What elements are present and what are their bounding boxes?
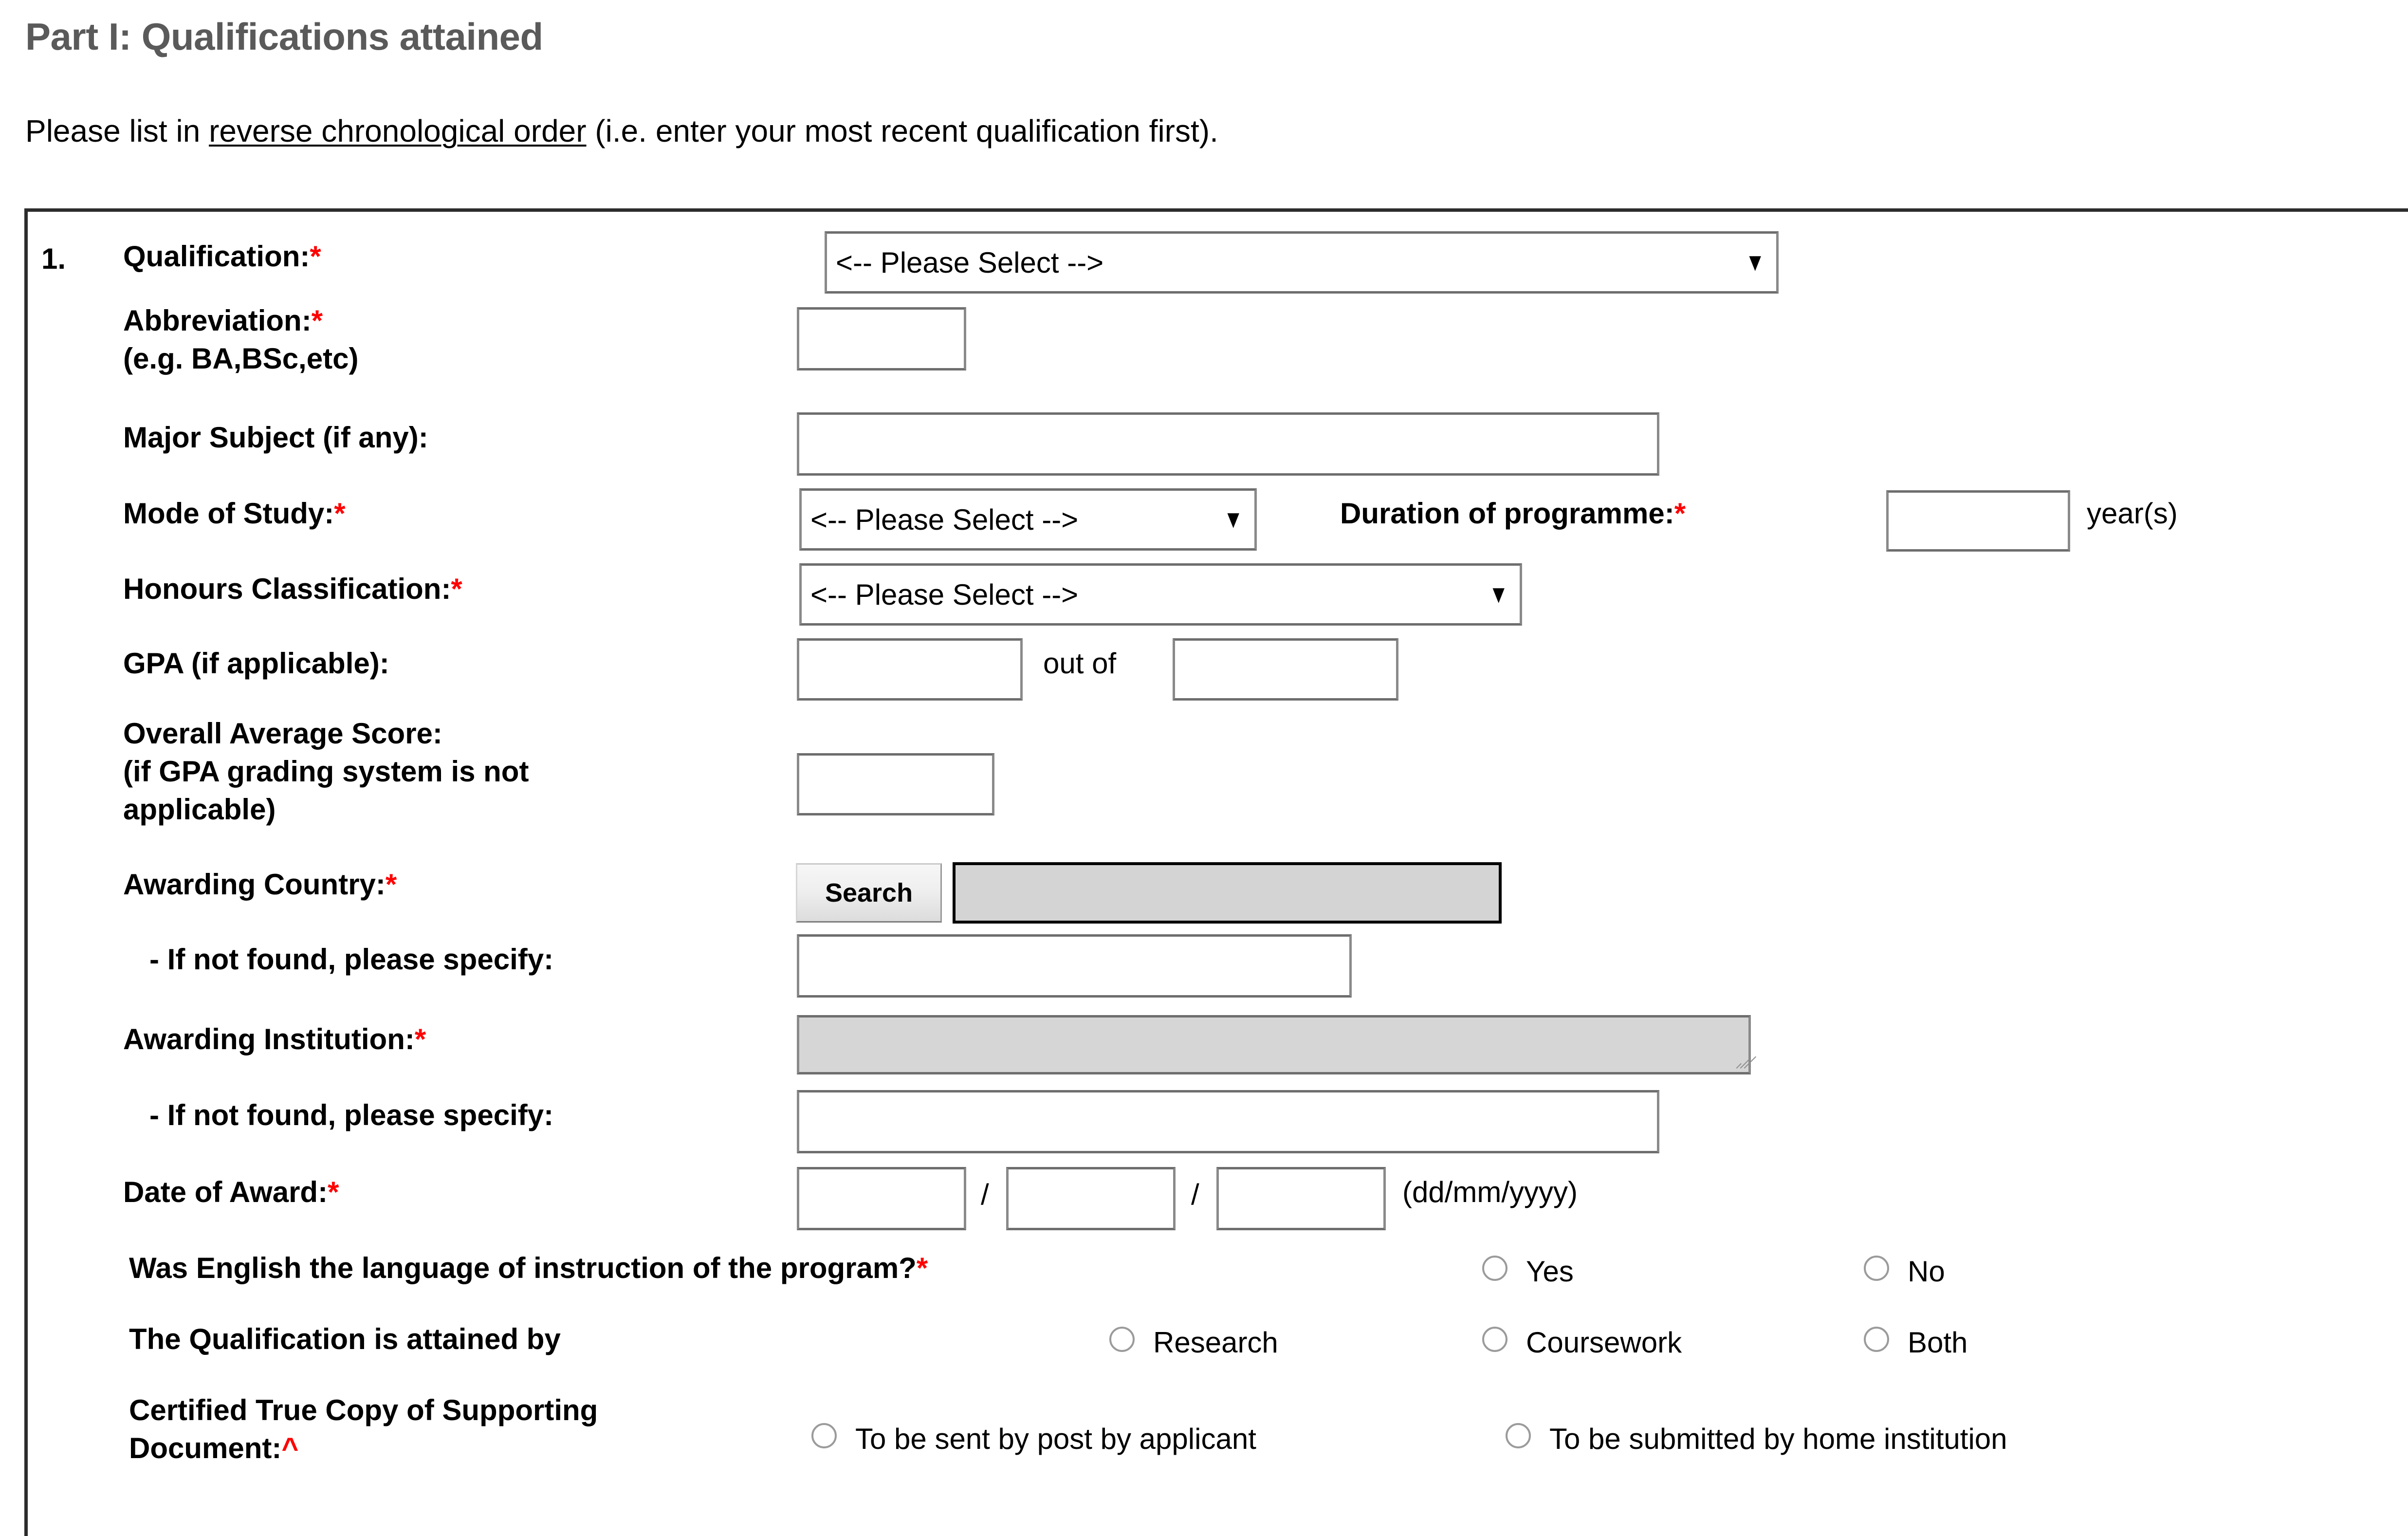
required-marker: *	[916, 1252, 928, 1284]
page-title: Part I: Qualifications attained	[25, 15, 543, 58]
instruction-text: Please list in reverse chronological ord…	[25, 113, 1218, 149]
major-subject-input[interactable]	[797, 412, 1659, 476]
honours-classification-label: Honours Classification:*	[123, 574, 462, 604]
date-of-award-label: Date of Award:*	[123, 1178, 339, 1207]
gpa-label: GPA (if applicable):	[123, 647, 389, 680]
mode-of-study-select-value: <-- Please Select -->	[810, 503, 1079, 536]
awarding-institution-label: Awarding Institution:*	[123, 1025, 426, 1054]
overall-average-score-label-line1: Overall Average Score:	[123, 717, 442, 750]
footnote-marker: ^	[281, 1432, 299, 1464]
awarding-country-search-button[interactable]: Search	[796, 863, 942, 923]
awarding-institution-not-found-label: - If not found, please specify:	[149, 1099, 554, 1131]
radio-attained-coursework[interactable]	[1482, 1327, 1507, 1352]
radio-certified-institution[interactable]	[1506, 1423, 1531, 1448]
overall-average-score-label-line3: applicable)	[123, 793, 276, 826]
date-of-award-day-input[interactable]	[797, 1167, 966, 1230]
qualification-select[interactable]: <-- Please Select --> ▼	[825, 231, 1779, 294]
required-marker: *	[1674, 497, 1686, 530]
abbreviation-label-text: Abbreviation:	[123, 304, 312, 337]
date-of-award-year-input[interactable]	[1216, 1167, 1386, 1230]
mode-of-study-select[interactable]: <-- Please Select --> ▼	[799, 488, 1257, 551]
major-subject-label: Major Subject (if any):	[123, 421, 428, 454]
mode-of-study-label-text: Mode of Study:	[123, 497, 334, 530]
english-language-question-text: Was English the language of instruction …	[129, 1252, 917, 1284]
abbreviation-label: Abbreviation:*	[123, 306, 323, 335]
date-format-hint: (dd/mm/yyyy)	[1402, 1176, 1578, 1208]
radio-certified-post-label[interactable]: To be sent by post by applicant	[855, 1422, 1256, 1456]
gpa-value-input[interactable]	[797, 638, 1023, 701]
radio-certified-institution-label[interactable]: To be submitted by home institution	[1549, 1422, 2007, 1456]
awarding-country-specify-input[interactable]	[797, 934, 1352, 998]
required-marker: *	[334, 497, 346, 530]
awarding-country-field[interactable]	[953, 862, 1502, 924]
instruction-prefix: Please list in	[25, 113, 209, 148]
radio-english-yes-label[interactable]: Yes	[1526, 1255, 1574, 1288]
radio-certified-post[interactable]	[811, 1423, 837, 1448]
overall-average-score-label-line2: (if GPA grading system is not	[123, 755, 529, 788]
chevron-down-icon: ▼	[1745, 248, 1765, 277]
attained-by-label: The Qualification is attained by	[129, 1323, 561, 1355]
radio-attained-both-label[interactable]: Both	[1908, 1326, 1967, 1359]
gpa-scale-input[interactable]	[1173, 638, 1398, 701]
honours-classification-label-text: Honours Classification:	[123, 573, 451, 605]
awarding-institution-specify-input[interactable]	[797, 1090, 1659, 1153]
chevron-down-icon: ▼	[1223, 505, 1243, 534]
awarding-country-label-text: Awarding Country:	[123, 868, 386, 901]
date-separator-1: /	[981, 1178, 989, 1211]
radio-english-no-label[interactable]: No	[1908, 1255, 1945, 1288]
required-marker: *	[310, 240, 321, 273]
radio-english-no[interactable]	[1864, 1256, 1889, 1281]
radio-attained-coursework-label[interactable]: Coursework	[1526, 1326, 1682, 1359]
qualification-label-text: Qualification:	[123, 240, 310, 273]
english-language-question-label: Was English the language of instruction …	[129, 1254, 928, 1283]
required-marker: *	[385, 868, 397, 901]
radio-attained-research-label[interactable]: Research	[1153, 1326, 1278, 1359]
abbreviation-input[interactable]	[797, 307, 966, 370]
required-marker: *	[311, 304, 323, 337]
date-of-award-label-text: Date of Award:	[123, 1176, 328, 1208]
honours-classification-select-value: <-- Please Select -->	[810, 578, 1079, 611]
radio-english-yes[interactable]	[1482, 1256, 1507, 1281]
duration-label-text: Duration of programme:	[1340, 497, 1674, 530]
duration-unit-label: year(s)	[2087, 497, 2178, 530]
instruction-suffix: (i.e. enter your most recent qualificati…	[586, 113, 1218, 148]
certified-copy-label-line1: Certified True Copy of Supporting	[129, 1394, 598, 1426]
date-of-award-month-input[interactable]	[1006, 1167, 1176, 1230]
certified-copy-label-line2-text: Document:	[129, 1432, 282, 1464]
required-marker: *	[451, 573, 462, 605]
awarding-country-label: Awarding Country:*	[123, 870, 397, 899]
resize-grip-icon[interactable]	[1729, 1053, 1757, 1070]
instruction-underlined-phrase: reverse chronological order	[209, 113, 587, 148]
date-separator-2: /	[1191, 1178, 1199, 1211]
radio-attained-both[interactable]	[1864, 1327, 1889, 1352]
chevron-down-icon: ▼	[1488, 580, 1508, 609]
radio-attained-research[interactable]	[1109, 1327, 1135, 1352]
duration-label: Duration of programme:*	[1340, 499, 1686, 528]
mode-of-study-label: Mode of Study:*	[123, 499, 346, 528]
required-marker: *	[328, 1176, 339, 1208]
required-marker: *	[414, 1023, 426, 1055]
awarding-institution-label-text: Awarding Institution:	[123, 1023, 415, 1055]
duration-input[interactable]	[1886, 490, 2070, 552]
certified-copy-label-line2: Document:^	[129, 1434, 298, 1463]
awarding-country-not-found-label: - If not found, please specify:	[149, 943, 554, 976]
search-button-label: Search	[825, 878, 913, 907]
honours-classification-select[interactable]: <-- Please Select --> ▼	[799, 563, 1522, 626]
awarding-institution-textarea[interactable]	[797, 1015, 1757, 1074]
abbreviation-hint: (e.g. BA,BSc,etc)	[123, 342, 359, 375]
entry-number: 1.	[41, 242, 66, 275]
qualification-label: Qualification:*	[123, 242, 321, 271]
overall-average-score-input[interactable]	[797, 753, 994, 815]
qualification-select-value: <-- Please Select -->	[836, 246, 1104, 279]
gpa-out-of-label: out of	[1043, 647, 1117, 680]
qualification-entry-box: 1. Qualification:* <-- Please Select -->…	[24, 208, 2408, 1536]
